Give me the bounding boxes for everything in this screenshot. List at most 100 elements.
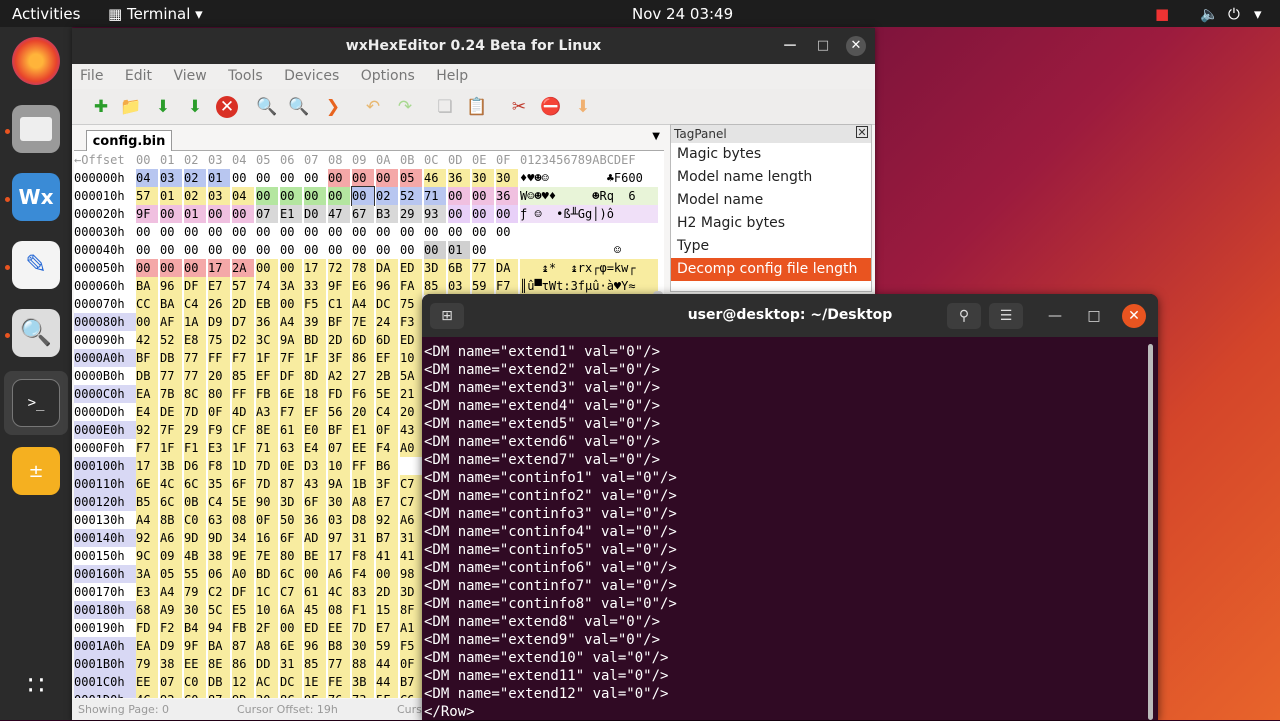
hex-byte[interactable]: 88 <box>352 655 374 673</box>
hex-byte[interactable]: 6E <box>280 637 302 655</box>
hex-byte[interactable]: 00 <box>160 223 182 241</box>
hex-byte[interactable]: 9D <box>184 529 206 547</box>
hex-byte[interactable]: 86 <box>232 655 254 673</box>
hex-byte[interactable]: 77 <box>472 259 494 277</box>
hex-byte[interactable]: 00 <box>136 241 158 259</box>
system-menu-caret-icon[interactable]: ▾ <box>1254 5 1262 23</box>
hex-byte[interactable]: 00 <box>232 169 254 187</box>
hex-byte[interactable]: 56 <box>328 403 350 421</box>
hex-byte[interactable]: 92 <box>136 421 158 439</box>
hex-byte[interactable]: 00 <box>376 565 398 583</box>
hex-byte[interactable]: 71 <box>256 439 278 457</box>
hex-byte[interactable]: 74 <box>256 277 278 295</box>
tag-item[interactable]: Type <box>671 235 871 258</box>
hex-byte[interactable]: 3C <box>256 331 278 349</box>
hex-byte[interactable]: 9D <box>208 529 230 547</box>
hex-byte[interactable]: 08 <box>232 511 254 529</box>
hex-byte[interactable]: 00 <box>328 169 350 187</box>
hex-byte[interactable]: 96 <box>376 277 398 295</box>
hex-byte[interactable]: ED <box>400 331 422 349</box>
hex-byte[interactable]: A6 <box>400 511 422 529</box>
hex-byte[interactable]: 00 <box>400 223 422 241</box>
minimize-icon[interactable]: — <box>1042 303 1068 329</box>
hex-byte[interactable]: 8C <box>184 385 206 403</box>
tag-item[interactable]: H2 Magic bytes <box>671 212 871 235</box>
hex-byte[interactable]: C4 <box>208 493 230 511</box>
hex-byte[interactable]: 6A <box>280 601 302 619</box>
hex-byte[interactable]: A4 <box>136 511 158 529</box>
hex-byte[interactable]: C0 <box>184 511 206 529</box>
hex-byte[interactable]: 00 <box>256 241 278 259</box>
tab-config-bin[interactable]: config.bin <box>86 130 172 152</box>
hex-byte[interactable]: CC <box>136 295 158 313</box>
hex-byte[interactable]: E1 <box>352 421 374 439</box>
hex-byte[interactable]: F4 <box>352 565 374 583</box>
app-grid-icon[interactable]: ∷ <box>20 670 52 702</box>
hex-byte[interactable]: 3A <box>136 565 158 583</box>
hex-byte[interactable]: 5C <box>208 601 230 619</box>
hex-byte[interactable]: 8C <box>280 691 302 698</box>
hex-byte[interactable]: 09 <box>160 547 182 565</box>
hex-byte[interactable]: 00 <box>136 223 158 241</box>
maximize-icon[interactable]: □ <box>813 36 833 56</box>
hex-byte[interactable]: F7 <box>136 439 158 457</box>
hex-byte[interactable]: DD <box>256 655 278 673</box>
hex-byte[interactable]: 6B <box>448 259 470 277</box>
hex-byte[interactable]: 3F <box>376 475 398 493</box>
hex-byte[interactable]: 01 <box>448 241 470 259</box>
hex-byte[interactable]: C2 <box>208 583 230 601</box>
tag-item[interactable]: Model name length <box>671 166 871 189</box>
hex-byte[interactable]: EF <box>376 349 398 367</box>
hex-byte[interactable]: 92 <box>136 529 158 547</box>
hex-byte[interactable]: 00 <box>280 295 302 313</box>
hex-byte[interactable]: FD <box>136 619 158 637</box>
undo-icon[interactable]: ↶ <box>362 96 384 118</box>
hex-byte[interactable]: 0F <box>376 421 398 439</box>
firefox-icon[interactable] <box>12 37 60 85</box>
paste-icon[interactable]: 📋 <box>466 96 488 118</box>
hex-byte[interactable]: 85 <box>424 277 446 295</box>
hex-byte[interactable]: 72 <box>328 259 350 277</box>
hex-byte[interactable]: E4 <box>136 403 158 421</box>
hex-byte[interactable]: 50 <box>280 511 302 529</box>
hex-byte[interactable]: 4D <box>232 403 254 421</box>
copy-icon[interactable]: ❏ <box>434 96 456 118</box>
hex-byte[interactable]: B7 <box>400 673 422 691</box>
hex-byte[interactable]: BE <box>304 547 326 565</box>
hex-byte[interactable]: 00 <box>304 187 326 205</box>
hex-byte[interactable]: 8D <box>304 367 326 385</box>
hex-byte[interactable]: 41 <box>400 547 422 565</box>
hex-byte[interactable]: 00 <box>400 241 422 259</box>
hex-byte[interactable]: 26 <box>208 295 230 313</box>
hex-byte[interactable]: 20 <box>400 403 422 421</box>
hex-byte[interactable]: F1 <box>352 601 374 619</box>
hex-byte[interactable]: FF <box>208 349 230 367</box>
hex-byte[interactable]: 00 <box>160 205 182 223</box>
menu-edit[interactable]: Edit <box>125 68 152 84</box>
hex-byte[interactable]: 5E <box>376 385 398 403</box>
hex-byte[interactable]: E6 <box>352 277 374 295</box>
hex-byte[interactable]: 00 <box>472 205 494 223</box>
hex-byte[interactable]: 24 <box>376 313 398 331</box>
hex-byte[interactable]: EA <box>136 385 158 403</box>
hex-byte[interactable]: 00 <box>256 223 278 241</box>
hex-byte[interactable]: 1D <box>232 457 254 475</box>
hex-byte[interactable]: D0 <box>304 205 326 223</box>
hex-byte[interactable]: 29 <box>184 421 206 439</box>
hex-byte[interactable]: 7D <box>256 475 278 493</box>
hex-byte[interactable]: FF <box>232 385 254 403</box>
hex-byte[interactable]: 02 <box>376 187 398 205</box>
hex-byte[interactable]: 00 <box>160 259 182 277</box>
redo-icon[interactable]: ↷ <box>394 96 416 118</box>
hex-byte[interactable]: A4 <box>280 313 302 331</box>
hex-byte[interactable]: 2B <box>376 367 398 385</box>
hex-byte[interactable]: 00 <box>232 205 254 223</box>
hex-byte[interactable]: BF <box>136 349 158 367</box>
hex-byte[interactable]: 00 <box>136 259 158 277</box>
hex-byte[interactable]: 1E <box>304 673 326 691</box>
hex-byte[interactable]: 00 <box>304 169 326 187</box>
hex-byte[interactable]: 4B <box>184 547 206 565</box>
hex-byte[interactable]: 00 <box>280 187 302 205</box>
hex-byte[interactable]: 94 <box>208 619 230 637</box>
hex-byte[interactable]: DF <box>184 277 206 295</box>
